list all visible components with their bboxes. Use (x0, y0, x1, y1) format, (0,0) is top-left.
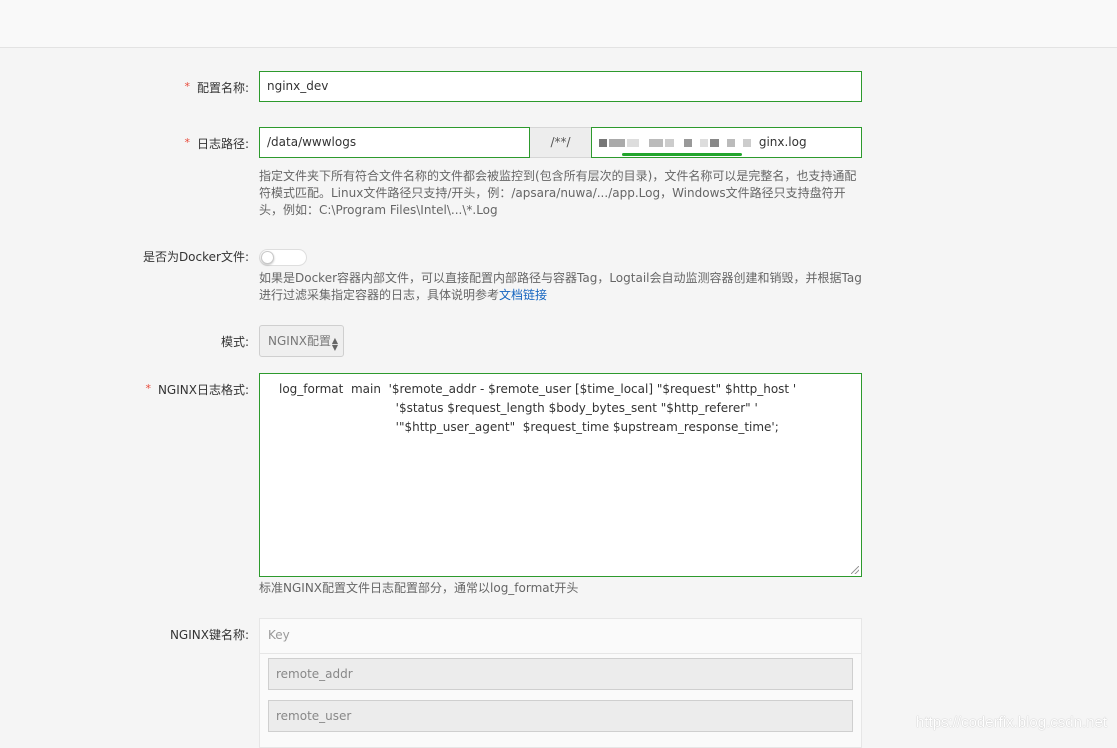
top-bar (0, 0, 1117, 48)
path-separator: /**/ (530, 127, 591, 158)
format-line: '$status $request_length $body_bytes_sen… (327, 401, 758, 415)
required-star: * (184, 136, 190, 149)
docker-toggle[interactable] (259, 249, 307, 266)
mode-label: 模式: (220, 335, 249, 349)
docker-label: 是否为Docker文件: (142, 250, 249, 264)
resize-handle[interactable] (851, 566, 859, 574)
log-file-input[interactable]: ginx.log (591, 127, 862, 158)
keys-header: Key (260, 619, 861, 654)
redacted-text (599, 135, 759, 149)
log-dir-input[interactable]: /data/wwwlogs (259, 127, 530, 158)
required-star: * (184, 80, 190, 93)
required-star: * (145, 382, 151, 395)
mode-select[interactable]: NGINX配置 ▲ ▼ (259, 325, 344, 357)
nginx-format-help: 标准NGINX配置文件日志配置部分，通常以log_format开头 (259, 581, 579, 595)
watermark: https://coderfix.blog.csdn.net (916, 714, 1107, 731)
nginx-format-label: * NGINX日志格式: (145, 382, 249, 397)
toggle-knob (261, 251, 274, 264)
format-line: log_format main '$remote_addr - $remote_… (279, 382, 797, 396)
log-path-label: * 日志路径: (184, 136, 249, 151)
nginx-keys-table: Key remote_addr remote_user (259, 618, 862, 748)
nginx-format-textarea[interactable]: log_format main '$remote_addr - $remote_… (259, 373, 862, 577)
config-name-input[interactable]: nginx_dev (259, 71, 862, 102)
select-down-arrow-icon: ▼ (331, 343, 338, 352)
key-input[interactable]: remote_addr (268, 658, 853, 690)
nginx-keys-label: NGINX键名称: (169, 628, 249, 642)
log-path-help: 指定文件夹下所有符合文件名称的文件都会被监控到(包含所有层次的目录)，文件名称可… (259, 169, 857, 217)
format-line: '"$http_user_agent" $request_time $upstr… (327, 420, 779, 434)
green-scribble (622, 153, 742, 156)
config-name-label: * 配置名称: (184, 80, 249, 95)
docker-help: 如果是Docker容器内部文件，可以直接配置内部路径与容器Tag，Logtail… (259, 271, 862, 302)
doc-link[interactable]: 文档链接 (499, 288, 547, 302)
log-file-value: ginx.log (758, 135, 807, 149)
mode-value: NGINX配置 (268, 334, 332, 348)
key-input[interactable]: remote_user (268, 700, 853, 732)
